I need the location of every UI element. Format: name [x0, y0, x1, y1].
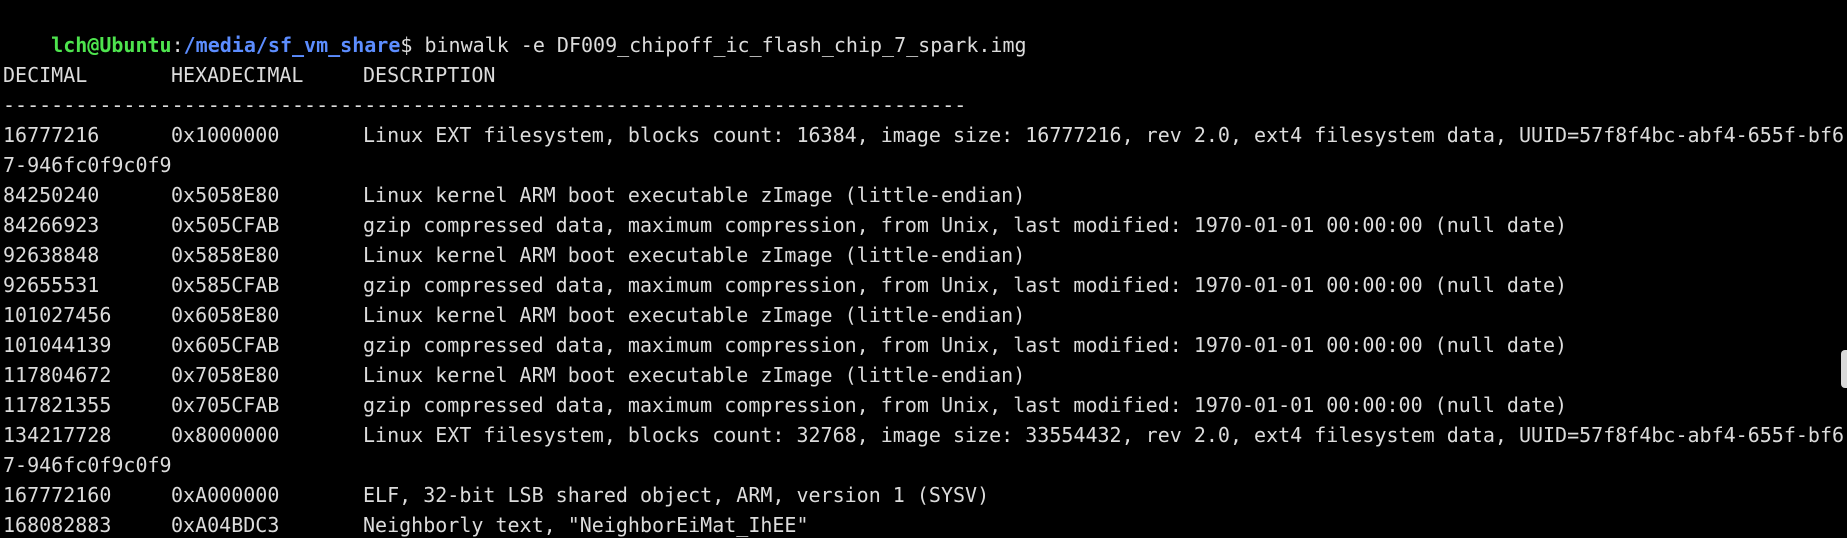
cell-description: ELF, 32-bit LSB shared object, ARM, vers…	[363, 483, 990, 507]
header-decimal: DECIMAL	[3, 63, 88, 87]
cell-description: Linux kernel ARM boot executable zImage …	[363, 363, 1026, 387]
cell-hexadecimal: 0x7058E80	[171, 363, 280, 387]
cell-hexadecimal: 0x5858E80	[171, 243, 280, 267]
wrapped-continuation: 7-946fc0f9c0f9	[3, 453, 172, 477]
scrollbar-thumb[interactable]	[1841, 350, 1847, 388]
cell-description: Linux EXT filesystem, blocks count: 3276…	[363, 423, 1845, 447]
cell-hexadecimal: 0x585CFAB	[171, 273, 280, 297]
cell-description: gzip compressed data, maximum compressio…	[363, 333, 1568, 357]
cell-decimal: 167772160	[3, 483, 112, 507]
header-description: DESCRIPTION	[363, 63, 496, 87]
cell-decimal: 92655531	[3, 273, 100, 297]
cell-decimal: 101027456	[3, 303, 112, 327]
prompt-cwd: /media/sf_vm_share	[183, 33, 401, 57]
cell-hexadecimal: 0xA04BDC3	[171, 513, 280, 537]
cell-decimal: 92638848	[3, 243, 100, 267]
prompt-user-host: lch@Ubuntu	[51, 33, 172, 57]
prompt-line: lch@Ubuntu:/media/sf_vm_share$ binwalk -…	[3, 0, 1026, 57]
cell-hexadecimal: 0x605CFAB	[171, 333, 280, 357]
prompt-symbol: $	[400, 33, 413, 57]
cell-hexadecimal: 0x705CFAB	[171, 393, 280, 417]
cell-decimal: 168082883	[3, 513, 112, 537]
cell-decimal: 134217728	[3, 423, 112, 447]
cell-decimal: 101044139	[3, 333, 112, 357]
cell-hexadecimal: 0x505CFAB	[171, 213, 280, 237]
cell-description: Linux EXT filesystem, blocks count: 1638…	[363, 123, 1845, 147]
cell-hexadecimal: 0x1000000	[171, 123, 280, 147]
cell-description: gzip compressed data, maximum compressio…	[363, 393, 1568, 417]
cell-description: Linux kernel ARM boot executable zImage …	[363, 243, 1026, 267]
cell-hexadecimal: 0xA000000	[171, 483, 280, 507]
cell-decimal: 117821355	[3, 393, 112, 417]
cell-hexadecimal: 0x5058E80	[171, 183, 280, 207]
cell-decimal: 84250240	[3, 183, 100, 207]
cell-description: Linux kernel ARM boot executable zImage …	[363, 303, 1026, 327]
cell-decimal: 84266923	[3, 213, 100, 237]
cell-description: Linux kernel ARM boot executable zImage …	[363, 183, 1026, 207]
cell-hexadecimal: 0x6058E80	[171, 303, 280, 327]
cell-description: gzip compressed data, maximum compressio…	[363, 273, 1568, 297]
table-header: DECIMAL HEXADECIMAL DESCRIPTION	[3, 60, 495, 90]
separator-line: ----------------------------------------…	[3, 93, 967, 117]
cell-hexadecimal: 0x8000000	[171, 423, 280, 447]
cell-description: gzip compressed data, maximum compressio…	[363, 213, 1568, 237]
header-hexadecimal: HEXADECIMAL	[171, 63, 304, 87]
wrapped-continuation: 7-946fc0f9c0f9	[3, 153, 172, 177]
cell-decimal: 117804672	[3, 363, 112, 387]
cell-description: Neighborly text, "NeighborEiMat_IhEE"	[363, 513, 809, 537]
prompt-colon: :	[171, 33, 184, 57]
cell-decimal: 16777216	[3, 123, 100, 147]
terminal-window[interactable]: lch@Ubuntu:/media/sf_vm_share$ binwalk -…	[0, 0, 1847, 538]
command-text: binwalk -e DF009_chipoff_ic_flash_chip_7…	[412, 33, 1027, 57]
